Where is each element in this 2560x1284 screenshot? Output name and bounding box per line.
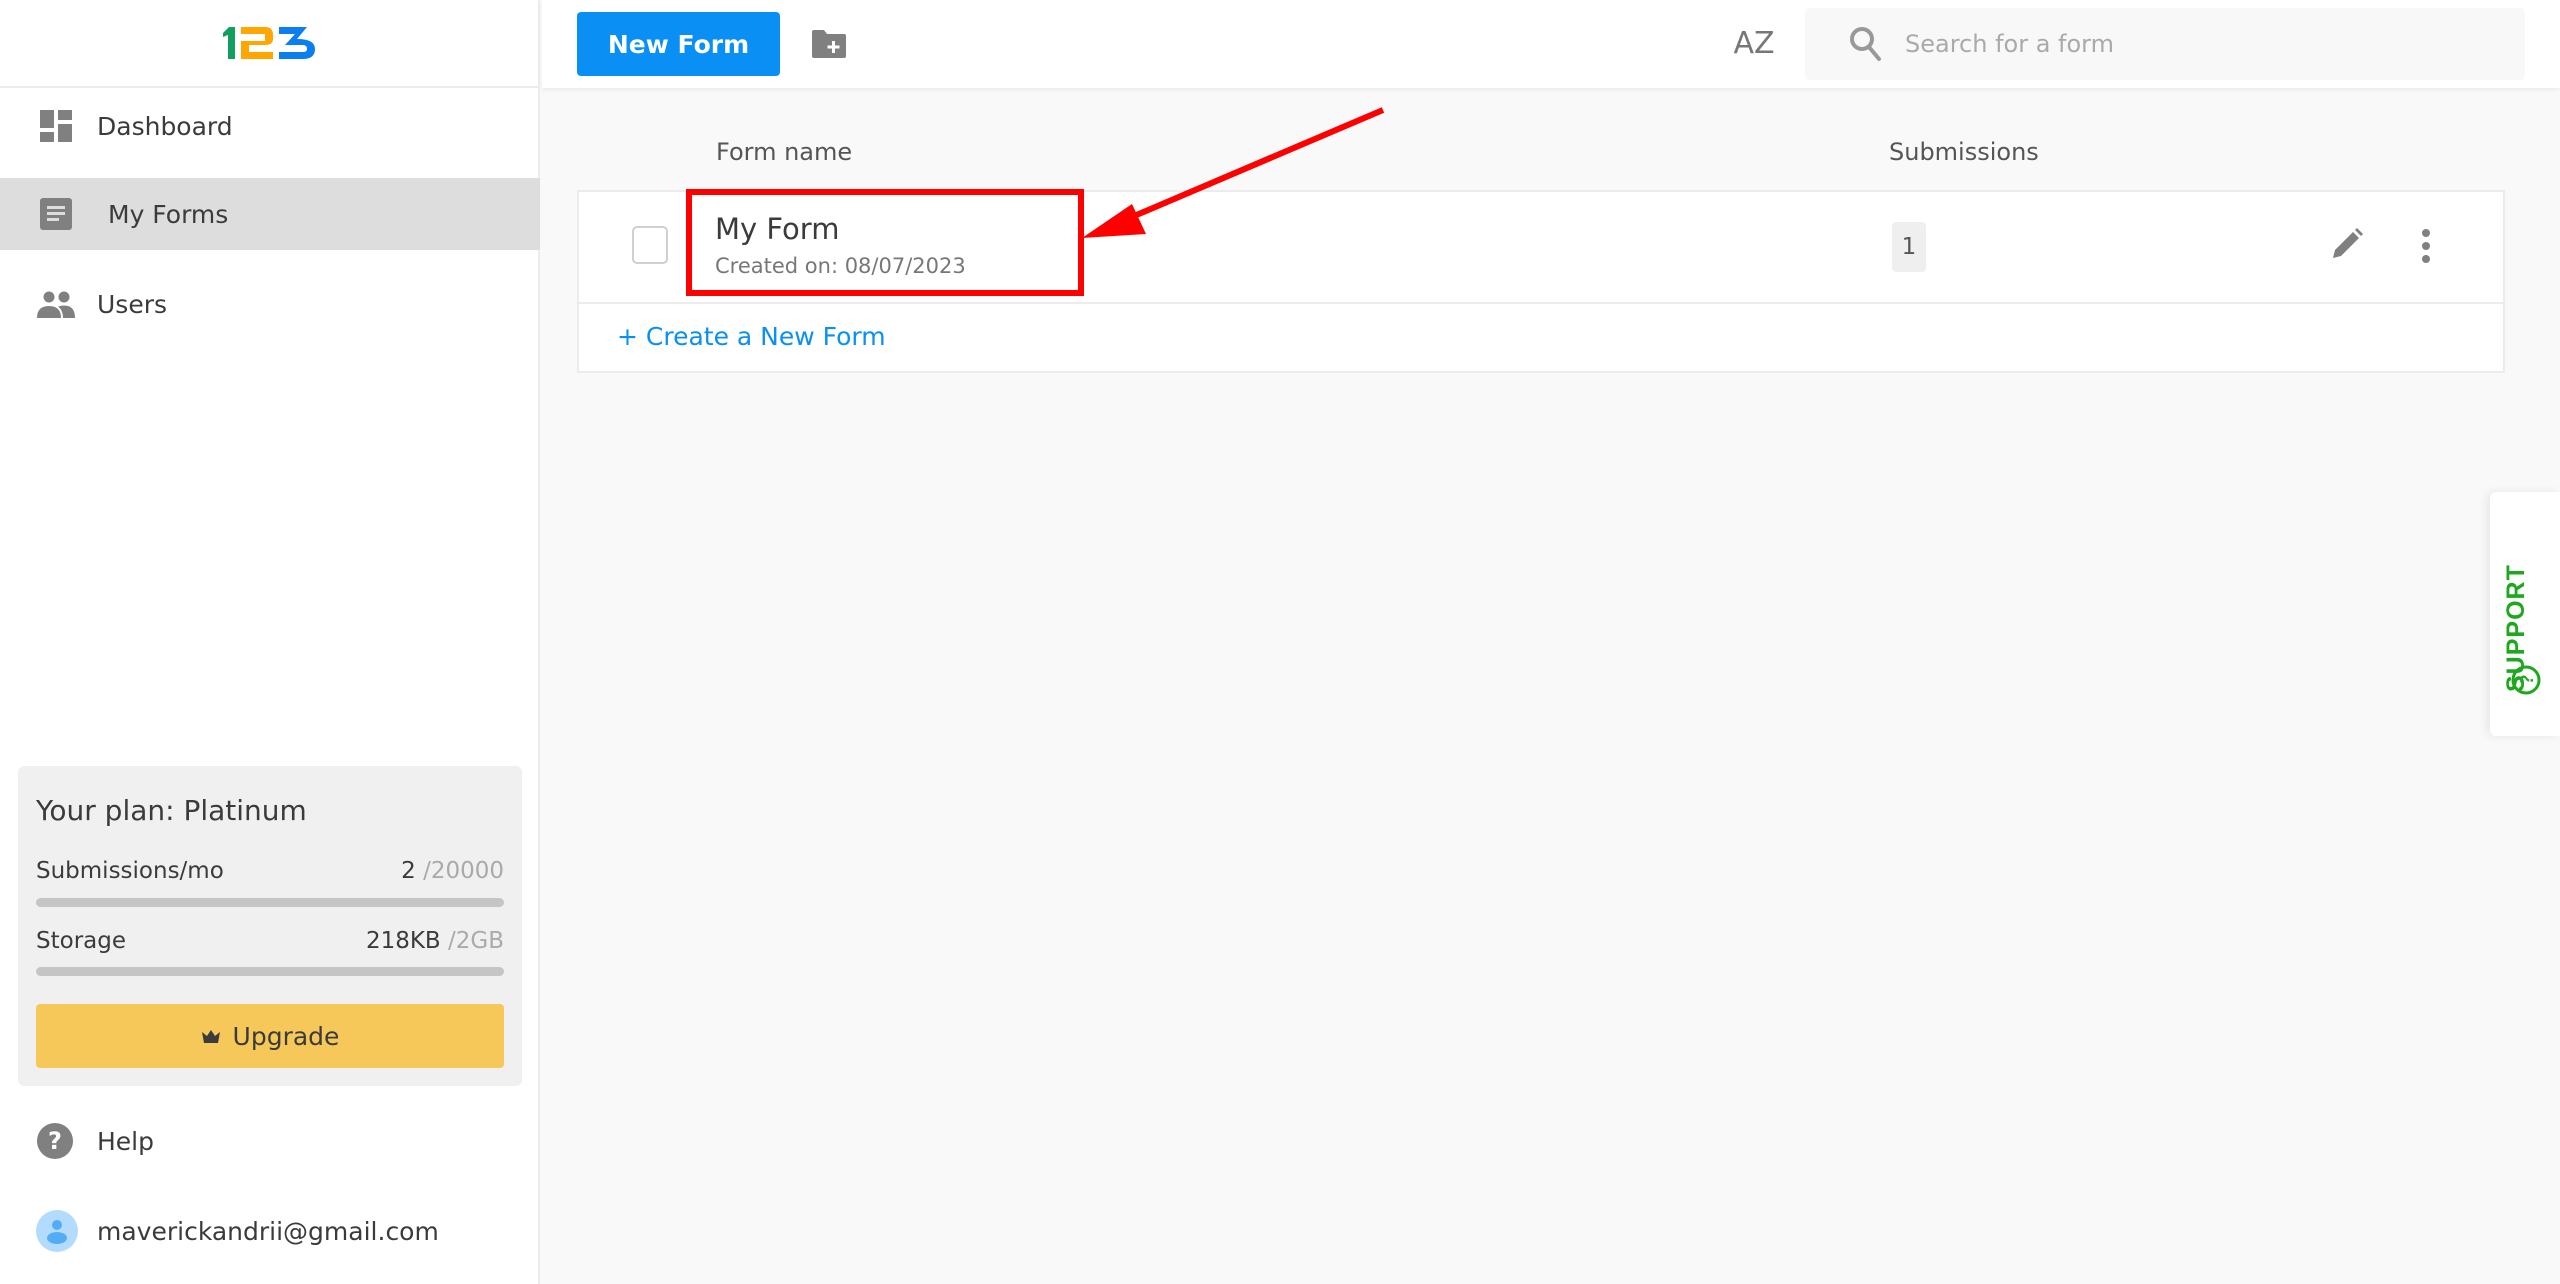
submissions-limit: /20000 [423, 858, 504, 884]
column-header-form-name[interactable]: Form name [716, 138, 852, 166]
storage-limit: /2GB [448, 928, 504, 954]
avatar-icon [36, 1210, 78, 1252]
account-menu[interactable]: maverickandrii@gmail.com [36, 1210, 439, 1252]
upgrade-button[interactable]: Upgrade [36, 1004, 504, 1068]
toolbar: New Form AZ [542, 0, 2560, 88]
account-email: maverickandrii@gmail.com [97, 1216, 439, 1246]
form-created-date: Created on: 08/07/2023 [715, 254, 966, 278]
sidebar-item-label: My Forms [108, 199, 229, 229]
sidebar-item-dashboard[interactable]: Dashboard [0, 100, 540, 152]
upgrade-label: Upgrade [232, 1021, 340, 1051]
submissions-label: Submissions/mo [36, 858, 224, 884]
create-new-form-link[interactable]: + Create a New Form [617, 322, 886, 351]
logo-icon [223, 27, 315, 59]
submissions-value: 2 /20000 [401, 858, 504, 884]
search-box[interactable] [1805, 8, 2525, 80]
sidebar: Dashboard My Forms Users Your plan: Plat… [0, 0, 540, 1284]
support-icon: ? [2511, 665, 2541, 695]
storage-value: 218KB /2GB [366, 928, 504, 954]
column-header-submissions[interactable]: Submissions [1889, 138, 2039, 166]
help-label: Help [97, 1126, 154, 1156]
svg-text:?: ? [2517, 675, 2537, 686]
svg-text:?: ? [48, 1127, 62, 1155]
storage-used: 218KB [365, 928, 441, 954]
crown-icon [201, 1030, 220, 1043]
storage-label: Storage [36, 928, 126, 954]
forms-table: My Form Created on: 08/07/2023 1 + Creat… [577, 190, 2505, 373]
form-icon [40, 198, 72, 230]
new-form-button[interactable]: New Form [577, 12, 780, 76]
edit-icon[interactable] [2329, 226, 2365, 262]
sidebar-item-my-forms[interactable]: My Forms [0, 178, 540, 250]
submissions-used: 2 [401, 858, 416, 884]
sidebar-item-users[interactable]: Users [0, 278, 540, 330]
help-icon: ? [37, 1123, 73, 1159]
storage-progress-bar [36, 967, 504, 976]
search-input[interactable] [1905, 8, 2505, 80]
search-icon [1850, 27, 1881, 61]
logo[interactable] [0, 0, 538, 88]
sidebar-item-label: Users [97, 289, 168, 319]
help-link[interactable]: ? Help [36, 1122, 154, 1160]
dashboard-icon [40, 110, 72, 142]
row-checkbox[interactable] [632, 226, 668, 264]
support-tab[interactable]: SUPPORT ? [2490, 492, 2560, 736]
sort-az-icon: AZ [1733, 26, 1775, 61]
sidebar-item-label: Dashboard [97, 111, 233, 141]
submissions-count-badge[interactable]: 1 [1892, 222, 1926, 272]
folder-plus-icon[interactable] [810, 28, 848, 60]
submissions-progress-bar [36, 898, 504, 907]
sort-az-button[interactable]: AZ [1732, 22, 1776, 66]
form-title[interactable]: My Form [715, 212, 839, 246]
table-row[interactable]: My Form Created on: 08/07/2023 1 [579, 192, 2503, 304]
plan-title: Your plan: Platinum [36, 794, 307, 827]
more-options-icon[interactable] [2411, 226, 2441, 266]
users-icon [37, 291, 75, 318]
plan-card: Your plan: Platinum Submissions/mo 2 /20… [18, 766, 522, 1086]
